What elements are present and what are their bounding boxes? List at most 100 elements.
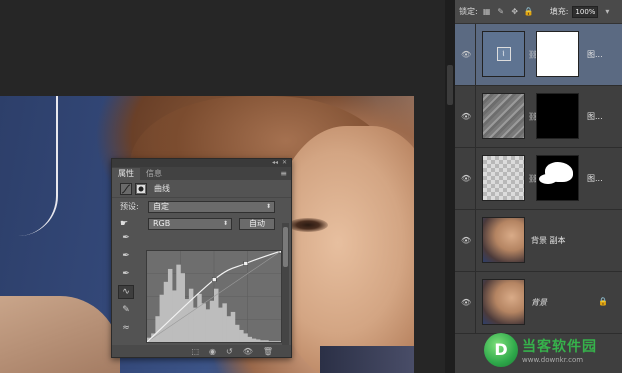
histogram-bar [234, 324, 240, 342]
layer-mask-thumbnail[interactable] [536, 155, 579, 201]
histogram-bar [260, 340, 265, 342]
divider [475, 272, 476, 333]
lock-paint-icon[interactable]: ✎ [496, 7, 506, 16]
layer-thumbnail[interactable] [482, 93, 525, 139]
target-adjust-icon[interactable]: ☛ [120, 219, 148, 229]
layer-name[interactable]: 图... [587, 49, 603, 60]
layer-row[interactable]: 👁 ⌇ ⛓ 图... [455, 24, 622, 86]
layer-row[interactable]: 👁 ⛓ 图... [455, 148, 622, 210]
white-point-eyedropper-icon[interactable]: ✒ [118, 267, 134, 281]
lock-transparent-icon[interactable]: ▦ [482, 7, 492, 16]
lock-label: 锁定: [459, 7, 478, 16]
visibility-icon[interactable]: 👁 [243, 347, 253, 356]
adjustment-header: 曲线 [112, 180, 291, 198]
collapse-panel-icon[interactable]: ◂◂ [272, 159, 278, 167]
layer-row[interactable]: 👁 背景 🔒 [455, 272, 622, 334]
pencil-draw-icon[interactable]: ✎ [118, 303, 134, 317]
chevron-down-icon[interactable]: ▾ [602, 7, 612, 16]
channel-row: ☛ RGB ⬍ 自动 [112, 215, 291, 232]
visibility-eye-icon[interactable]: 👁 [461, 174, 471, 183]
panel-menu-icon[interactable]: ≡ [280, 168, 291, 180]
histogram-bar [205, 309, 211, 342]
histogram-bar [268, 341, 273, 342]
layer-mask-thumbnail[interactable] [536, 31, 579, 77]
divider [475, 24, 476, 85]
document-canvas[interactable]: ◂◂ ✕ 属性 信息 ≡ 曲线 预设: 自定 ⬍ ☛ RGB ⬍ 自动 ✒ ✒ … [0, 0, 445, 373]
view-previous-icon[interactable]: ◉ [209, 347, 216, 356]
clip-to-layer-icon[interactable]: ⬚ [191, 347, 199, 356]
lock-icon: 🔒 [598, 297, 608, 306]
histogram-bar [243, 333, 248, 342]
preset-select[interactable]: 自定 ⬍ [148, 200, 275, 213]
tab-info[interactable]: 信息 [140, 168, 168, 180]
layer-name[interactable]: 背景 [531, 297, 547, 308]
histogram-bar [239, 329, 244, 342]
reset-icon[interactable]: ↺ [226, 347, 233, 356]
curves-control-points[interactable] [212, 248, 284, 282]
layer-thumbnail[interactable]: ⌇ [482, 31, 525, 77]
visibility-eye-icon[interactable]: 👁 [461, 112, 471, 121]
histogram-bar [251, 338, 257, 342]
divider [475, 148, 476, 209]
scrollbar-thumb[interactable] [447, 65, 453, 105]
gray-point-eyedropper-icon[interactable]: ✒ [118, 249, 134, 263]
photo-eye [288, 218, 328, 232]
layer-mask-icon[interactable] [135, 182, 147, 195]
photo-fabric [0, 296, 120, 373]
properties-scrollbar[interactable] [282, 223, 289, 347]
chevron-updown-icon: ⬍ [265, 202, 271, 210]
lock-all-icon[interactable]: 🔒 [524, 7, 534, 16]
layer-name[interactable]: 背景 副本 [531, 235, 566, 246]
channel-select[interactable]: RGB ⬍ [148, 217, 232, 230]
visibility-eye-icon[interactable]: 👁 [461, 236, 471, 245]
curve-edit-points-icon[interactable]: ∿ [118, 285, 134, 299]
fill-input[interactable]: 100% [572, 5, 599, 18]
histogram-bar [272, 341, 278, 342]
mask-shape [539, 174, 557, 184]
histogram-bar [163, 281, 169, 342]
preset-row: 预设: 自定 ⬍ [112, 198, 291, 215]
divider [475, 86, 476, 147]
curves-graph[interactable] [146, 248, 284, 343]
curve-control-point[interactable] [212, 277, 217, 282]
histogram-bar [218, 307, 223, 342]
curves-adjustment-icon[interactable] [120, 182, 132, 195]
properties-tabs: 属性 信息 ≡ [112, 167, 291, 180]
curves-svg[interactable] [146, 248, 284, 343]
preset-label: 预设: [120, 202, 139, 211]
canvas-scrollbar[interactable] [445, 0, 455, 373]
layer-thumbnail[interactable] [482, 217, 525, 263]
layer-name[interactable]: 图... [587, 111, 603, 122]
histogram-bar [230, 311, 236, 342]
layers-lock-row: 锁定: ▦ ✎ ✥ 🔒 填充: 100% ▾ [455, 0, 622, 24]
visibility-eye-icon[interactable]: 👁 [461, 298, 471, 307]
curve-control-point[interactable] [278, 248, 284, 254]
tab-properties[interactable]: 属性 [112, 168, 140, 180]
smooth-curve-icon[interactable]: ≈ [118, 321, 134, 335]
black-point-eyedropper-icon[interactable]: ✒ [118, 231, 134, 245]
delete-icon[interactable]: 🗑 [263, 347, 273, 356]
scrollbar-thumb[interactable] [283, 227, 288, 267]
adjustment-name: 曲线 [154, 184, 170, 193]
layer-thumbnail[interactable] [482, 155, 525, 201]
lock-move-icon[interactable]: ✥ [510, 7, 520, 16]
layer-thumbnail[interactable] [482, 279, 525, 325]
layer-mask-thumbnail[interactable] [536, 93, 579, 139]
histogram-bar [264, 340, 269, 342]
properties-title-bar[interactable]: ◂◂ ✕ [112, 159, 291, 167]
layers-panel: 锁定: ▦ ✎ ✥ 🔒 填充: 100% ▾ 👁 ⌇ ⛓ 图... 👁 ⛓ 图.… [455, 0, 622, 373]
close-panel-icon[interactable]: ✕ [282, 159, 287, 167]
histogram-bar [176, 264, 181, 342]
photo-cable [18, 96, 58, 236]
histogram-bar [155, 316, 160, 342]
visibility-eye-icon[interactable]: 👁 [461, 50, 471, 59]
histogram-bar [226, 316, 232, 342]
chevron-updown-icon: ⬍ [222, 219, 228, 227]
fill-label: 填充: [549, 7, 569, 16]
auto-button[interactable]: 自动 [239, 217, 275, 230]
layer-row[interactable]: 👁 ⛓ 图... [455, 86, 622, 148]
layer-name[interactable]: 图... [587, 173, 603, 184]
layer-row[interactable]: 👁 背景 副本 [455, 210, 622, 272]
histogram-bar [193, 307, 198, 342]
curve-control-point[interactable] [243, 261, 249, 266]
